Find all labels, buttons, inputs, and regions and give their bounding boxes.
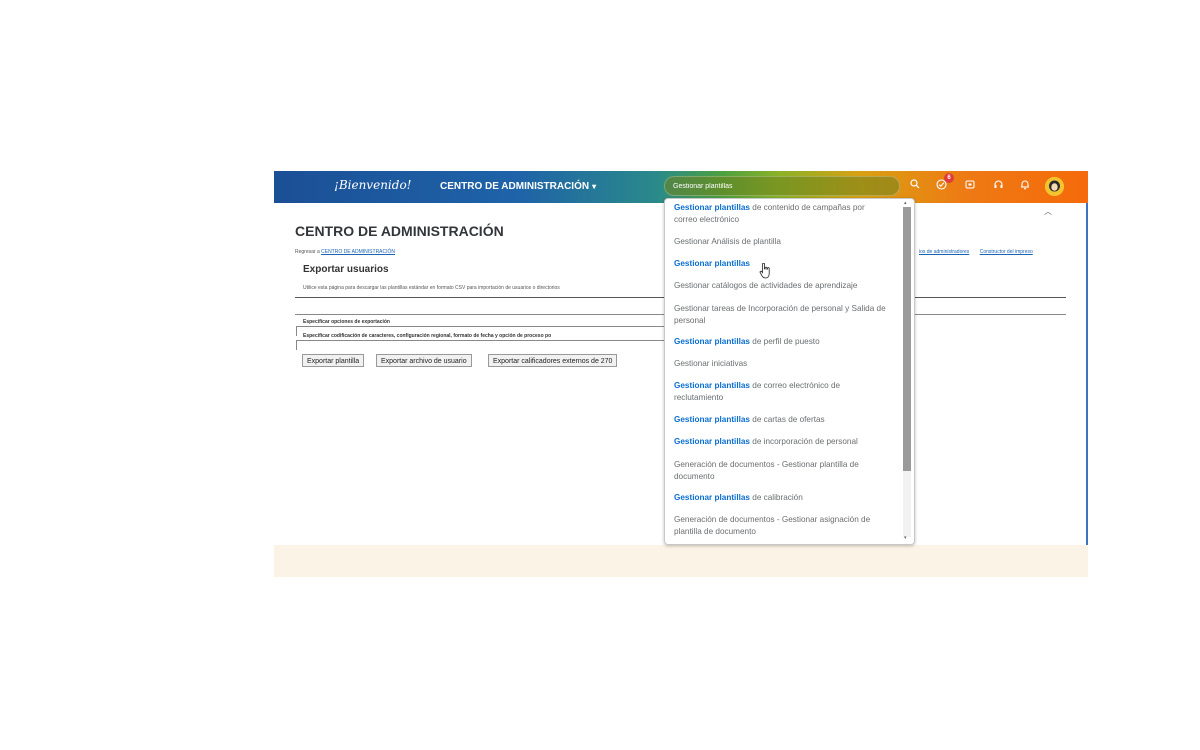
top-links: ios de administradores Constructor del i…: [910, 249, 1033, 255]
suggestion-item[interactable]: Gestionar plantillas de calibración: [674, 492, 890, 504]
module-selector[interactable]: CENTRO DE ADMINISTRACIÓN ▾: [440, 181, 596, 192]
admin-link[interactable]: ios de administradores: [919, 249, 969, 255]
chevron-down-icon: ▾: [592, 182, 597, 191]
page-title: CENTRO DE ADMINISTRACIÓN: [295, 223, 504, 239]
fieldset-legend: Especificar opciones de exportación: [301, 319, 392, 325]
search-icon[interactable]: [908, 179, 922, 193]
export-user-file-button[interactable]: Exportar archivo de usuario: [376, 354, 472, 367]
breadcrumb: Regresar a CENTRO DE ADMINISTRACIÓN: [295, 249, 395, 255]
page-description: Utilice esta página para descargar las p…: [303, 285, 560, 291]
scroll-up-arrow[interactable]: ▴: [904, 200, 907, 206]
suggestion-item[interactable]: Gestionar Análisis de plantilla: [674, 236, 890, 248]
suggestion-item[interactable]: Gestionar iniciativas: [674, 358, 890, 370]
suggestion-item[interactable]: Gestionar plantillas de contenido de cam…: [674, 202, 890, 226]
bell-icon[interactable]: [1018, 179, 1032, 193]
headset-icon[interactable]: [991, 179, 1005, 193]
export-external-raters-button[interactable]: Exportar calificadores externos de 270: [488, 354, 618, 367]
scrollbar-thumb[interactable]: [903, 207, 911, 471]
notification-badge: 6: [944, 173, 954, 183]
welcome-logo[interactable]: ¡Bienvenido!: [334, 178, 411, 192]
hand-cursor-icon: [759, 263, 770, 279]
export-template-button[interactable]: Exportar plantilla: [302, 354, 365, 367]
search-field[interactable]: [664, 176, 900, 196]
module-title: CENTRO DE ADMINISTRACIÓN: [440, 181, 590, 192]
app-icon[interactable]: [963, 179, 977, 193]
page-footer: [274, 545, 1088, 577]
suggestion-item[interactable]: Gestionar plantillas: [674, 258, 890, 270]
suggestion-item[interactable]: Gestionar plantillas de correo electróni…: [674, 380, 890, 404]
encoding-options-fieldset[interactable]: ▹ Especificar codificación de caracteres…: [296, 333, 677, 350]
suggestion-item[interactable]: Gestionar catálogos de actividades de ap…: [674, 280, 890, 292]
back-link[interactable]: CENTRO DE ADMINISTRACIÓN: [321, 249, 395, 255]
suggestion-item[interactable]: Gestionar plantillas de perfil de puesto: [674, 336, 890, 348]
form-builder-link[interactable]: Constructor del impreso: [980, 249, 1033, 255]
search-input[interactable]: [673, 180, 893, 192]
scroll-down-arrow[interactable]: ▾: [904, 535, 907, 541]
fieldset-legend: Especificar codificación de caracteres, …: [301, 333, 554, 339]
suggestion-item[interactable]: Generación de documentos - Gestionar pla…: [674, 459, 890, 483]
section-title: Exportar usuarios: [303, 264, 389, 275]
suggestion-item[interactable]: Generación de documentos - Gestionar asi…: [674, 514, 890, 538]
back-prefix: Regresar a: [295, 249, 322, 255]
chevron-up-icon[interactable]: ︿: [1044, 206, 1052, 217]
suggestion-item[interactable]: Gestionar tareas de Incorporación de per…: [674, 303, 890, 327]
suggestion-item[interactable]: Gestionar plantillas de incorporación de…: [674, 436, 890, 448]
search-suggestions-dropdown: Gestionar plantillas de contenido de cam…: [664, 198, 915, 545]
avatar[interactable]: [1045, 177, 1064, 196]
suggestion-item[interactable]: Gestionar plantillas de cartas de oferta…: [674, 414, 890, 426]
